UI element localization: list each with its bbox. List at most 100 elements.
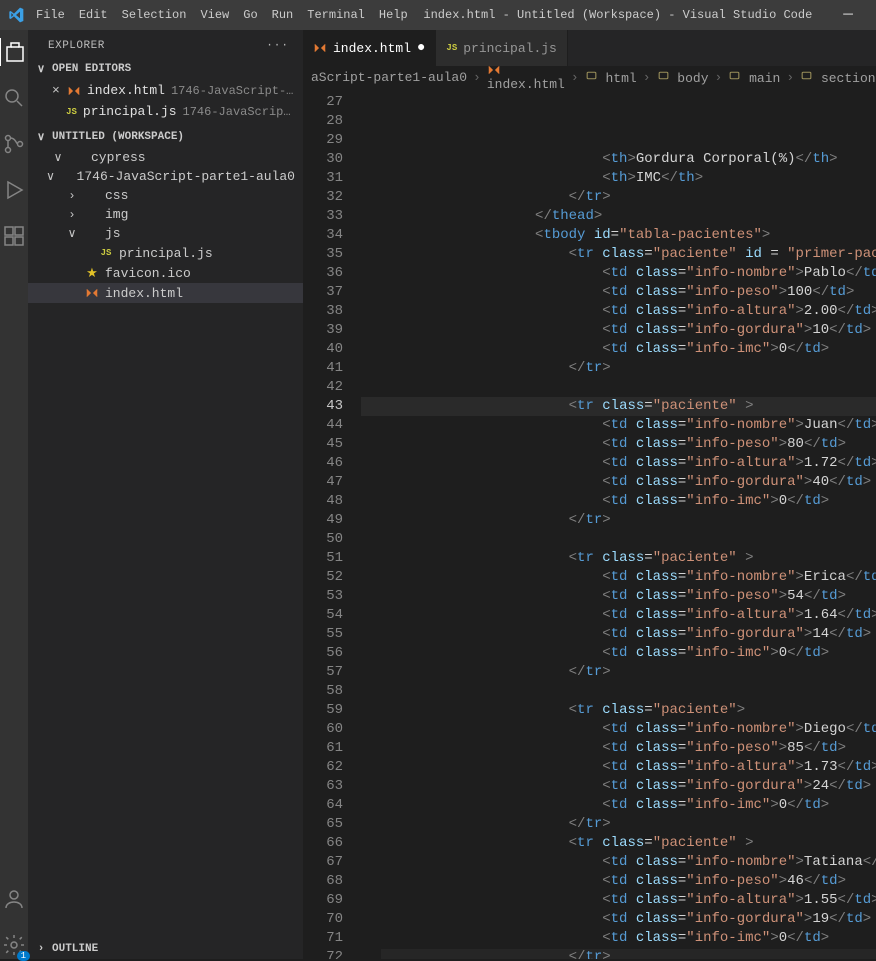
menu-bar: File Edit Selection View Go Run Terminal… xyxy=(36,8,408,22)
tag-icon xyxy=(585,69,598,82)
breadcrumb-label: index.html xyxy=(487,77,565,90)
breadcrumb-item[interactable]: aScript-parte1-aula0 xyxy=(311,70,467,85)
accounts-icon[interactable] xyxy=(0,885,28,913)
tag-icon xyxy=(657,69,670,82)
file-row[interactable]: index.html xyxy=(28,283,303,303)
dirty-dot-icon: ● xyxy=(417,40,425,56)
breadcrumb-item[interactable]: html xyxy=(585,69,637,86)
js-file-icon: JS xyxy=(98,245,114,261)
source-control-icon[interactable] xyxy=(0,130,28,158)
search-icon[interactable] xyxy=(0,84,28,112)
open-editor-filename: index.html xyxy=(87,83,165,98)
open-editor-filename: principal.js xyxy=(83,104,177,119)
code-editor[interactable]: <th>Gordura Corporal(%)</th> <th>IMC</th… xyxy=(361,90,876,959)
workspace-label: UNTITLED (WORKSPACE) xyxy=(52,131,184,143)
tree-item-label: 1746-JavaScript-parte1-aula0 xyxy=(77,169,295,184)
menu-run[interactable]: Run xyxy=(272,8,294,22)
chevron-right-icon: › xyxy=(65,189,79,203)
tree-item-label: favicon.ico xyxy=(105,266,191,281)
menu-help[interactable]: Help xyxy=(379,8,408,22)
open-editor-path: 1746-JavaScript-parte1-a... xyxy=(183,105,295,119)
folder-row[interactable]: › img xyxy=(28,205,303,224)
menu-terminal[interactable]: Terminal xyxy=(307,8,365,22)
manage-gear-icon[interactable]: 1 xyxy=(0,931,28,959)
chevron-down-icon: ∨ xyxy=(34,130,48,144)
tree-item-label: css xyxy=(105,188,128,203)
line-gutter: 2728293031323334353637383940414243444546… xyxy=(303,90,361,959)
menu-view[interactable]: View xyxy=(200,8,229,22)
outline-label: OUTLINE xyxy=(52,943,98,955)
breadcrumb-item[interactable]: main xyxy=(728,69,780,86)
blank-icon xyxy=(79,246,93,260)
open-editor-path: 1746-JavaScript-parte1-a... xyxy=(171,84,295,98)
html-file-icon xyxy=(84,285,100,301)
close-icon[interactable]: × xyxy=(52,83,61,98)
blank-icon xyxy=(65,286,79,300)
chevron-right-icon: › xyxy=(569,70,581,85)
breadcrumb-label: section.container xyxy=(813,71,876,86)
open-editors-label: OPEN EDITORS xyxy=(52,63,131,75)
folder-row[interactable]: ∨ 1746-JavaScript-parte1-aula0 xyxy=(28,167,303,186)
tag-icon xyxy=(800,69,813,82)
tab-label: index.html xyxy=(333,41,411,56)
title-bar: File Edit Selection View Go Run Terminal… xyxy=(0,0,876,30)
chevron-down-icon: ∨ xyxy=(51,150,65,165)
run-debug-icon[interactable] xyxy=(0,176,28,204)
chevron-right-icon: › xyxy=(65,208,79,222)
breadcrumb-item[interactable]: body xyxy=(657,69,709,86)
manage-badge: 1 xyxy=(17,951,30,961)
window-title: index.html - Untitled (Workspace) - Visu… xyxy=(408,8,828,22)
chevron-right-icon: › xyxy=(784,70,796,85)
html-file-icon xyxy=(313,41,327,55)
tree-item-label: principal.js xyxy=(119,246,213,261)
chevron-right-icon: › xyxy=(471,70,483,85)
extensions-icon[interactable] xyxy=(0,222,28,250)
chevron-right-icon: › xyxy=(34,943,48,955)
file-row[interactable]: JS principal.js xyxy=(28,243,303,263)
chevron-down-icon: ∨ xyxy=(46,169,56,184)
menu-file[interactable]: File xyxy=(36,8,65,22)
explorer-icon[interactable] xyxy=(0,38,27,66)
breadcrumb-item[interactable]: section.container xyxy=(800,69,876,86)
editor-tab[interactable]: index.html ● xyxy=(303,30,436,66)
folder-row[interactable]: › css xyxy=(28,186,303,205)
favicon-icon: ★ xyxy=(84,265,100,281)
vscode-logo-icon xyxy=(8,6,26,24)
tree-item-label: img xyxy=(105,207,128,222)
open-editors-section[interactable]: ∨ OPEN EDITORS xyxy=(28,58,303,80)
breadcrumb-label: html xyxy=(598,71,637,86)
outline-section[interactable]: › OUTLINE xyxy=(28,939,303,959)
workspace-section[interactable]: ∨ UNTITLED (WORKSPACE) xyxy=(28,126,303,148)
html-file-icon xyxy=(67,84,81,98)
menu-go[interactable]: Go xyxy=(243,8,257,22)
tree-item-label: index.html xyxy=(105,286,183,301)
breadcrumbs[interactable]: aScript-parte1-aula0› index.html› html› … xyxy=(303,66,876,90)
minimize-button[interactable]: ─ xyxy=(828,6,868,24)
breadcrumb-item[interactable]: index.html xyxy=(487,66,565,90)
chevron-right-icon: › xyxy=(713,70,725,85)
chevron-down-icon: ∨ xyxy=(65,226,79,241)
file-tree: ∨ cypress ∨ 1746-JavaScript-parte1-aula0 › cs… xyxy=(28,148,303,303)
open-editor-item[interactable]: JS principal.js 1746-JavaScript-parte1-a.… xyxy=(28,101,303,122)
folder-row[interactable]: ∨ cypress xyxy=(28,148,303,167)
tree-item-label: cypress xyxy=(91,150,146,165)
menu-edit[interactable]: Edit xyxy=(79,8,108,22)
folder-row[interactable]: ∨ js xyxy=(28,224,303,243)
explorer-actions-icon[interactable]: ··· xyxy=(266,40,289,52)
js-file-icon: JS xyxy=(66,107,77,117)
chevron-right-icon: › xyxy=(641,70,653,85)
menu-selection[interactable]: Selection xyxy=(122,8,187,22)
blank-icon xyxy=(65,266,79,280)
file-row[interactable]: ★ favicon.ico xyxy=(28,263,303,283)
breadcrumb-label: main xyxy=(741,71,780,86)
open-editor-item[interactable]: × index.html 1746-JavaScript-parte1-a... xyxy=(28,80,303,101)
chevron-down-icon: ∨ xyxy=(34,62,48,76)
tab-label: principal.js xyxy=(463,41,557,56)
breadcrumb-label: body xyxy=(670,71,709,86)
breadcrumb-label: aScript-parte1-aula0 xyxy=(311,70,467,85)
activity-bar: 1 xyxy=(0,30,28,959)
tree-item-label: js xyxy=(105,226,121,241)
editor-tab[interactable]: JSprincipal.js xyxy=(436,30,567,66)
tab-bar: index.html ● JSprincipal.js xyxy=(303,30,876,66)
explorer-title: EXPLORER xyxy=(48,40,105,52)
